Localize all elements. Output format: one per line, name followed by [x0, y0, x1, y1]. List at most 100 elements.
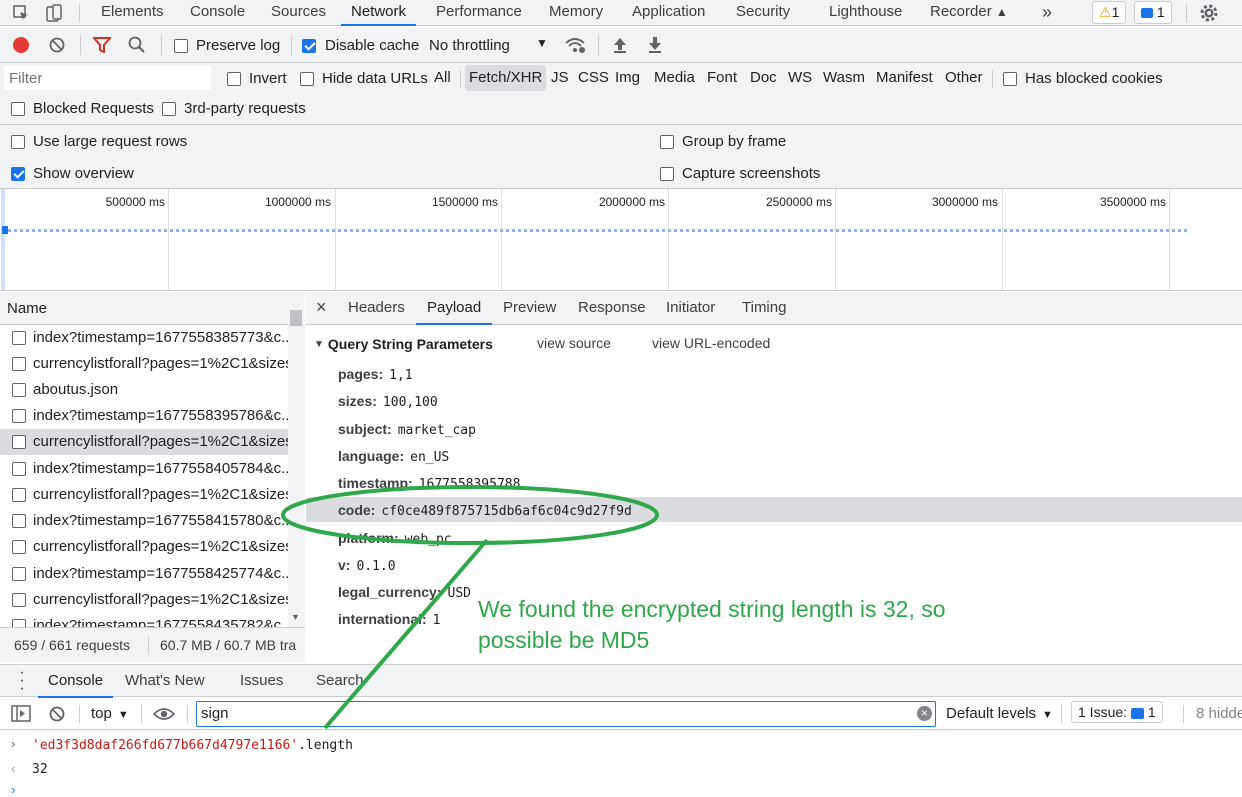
request-row[interactable]: currencylistforall?pages=1%2C1&sizes	[0, 351, 288, 377]
request-row[interactable]: aboutus.json	[0, 377, 288, 403]
third-party-requests-checkbox[interactable]: 3rd-party requests	[162, 100, 306, 117]
type-filter-css[interactable]: CSS	[574, 65, 613, 91]
warnings-badge[interactable]: ⚠1	[1092, 1, 1127, 24]
request-name: currencylistforall?pages=1%2C1&sizes	[33, 538, 288, 555]
tab-application[interactable]: Application	[632, 0, 705, 26]
request-list-scrollbar[interactable]: ▼	[288, 292, 305, 627]
tab-response[interactable]: Response	[578, 292, 646, 325]
request-row[interactable]: index?timestamp=1677558435782&c...	[0, 613, 288, 627]
has-blocked-cookies-checkbox[interactable]: Has blocked cookies	[1003, 70, 1163, 87]
param-key: timestamp:	[338, 475, 413, 491]
scroll-down-icon[interactable]: ▼	[291, 612, 300, 622]
capture-screenshots-checkbox[interactable]: Capture screenshots	[660, 165, 820, 182]
prompt-chevron-icon[interactable]: ›	[11, 782, 15, 797]
drawer-tab-whats-new[interactable]: What's New	[125, 665, 205, 698]
tab-console[interactable]: Console	[190, 0, 245, 26]
output-chevron-icon: ‹	[11, 761, 16, 776]
tab-payload[interactable]: Payload	[416, 292, 493, 325]
request-row[interactable]: currencylistforall?pages=1%2C1&sizes	[0, 482, 288, 508]
network-conditions-icon[interactable]	[564, 35, 586, 55]
search-icon[interactable]	[128, 36, 146, 54]
import-har-icon[interactable]	[612, 36, 628, 54]
double-chevron-right-icon[interactable]: »	[1042, 0, 1052, 26]
drawer-tab-issues[interactable]: Issues	[240, 665, 283, 698]
group-by-frame-checkbox[interactable]: Group by frame	[660, 133, 786, 150]
query-string-section-header[interactable]: ▼ Query String Parameters	[314, 336, 493, 352]
request-row[interactable]: index?timestamp=1677558385773&c...	[0, 325, 288, 351]
request-row[interactable]: currencylistforall?pages=1%2C1&sizes	[0, 587, 288, 613]
large-request-rows-checkbox[interactable]: Use large request rows	[11, 133, 187, 150]
console-filter-value: sign	[201, 705, 229, 722]
view-url-encoded-link[interactable]: view URL-encoded	[652, 335, 770, 351]
console-filter-input[interactable]: sign ×	[196, 701, 936, 727]
tab-memory[interactable]: Memory	[549, 0, 603, 26]
disable-cache-checkbox[interactable]: Disable cache	[302, 37, 419, 54]
request-row[interactable]: index?timestamp=1677558425774&c...	[0, 561, 288, 587]
inspect-element-icon[interactable]	[12, 4, 30, 22]
request-list: Name ▲ index?timestamp=1677558385773&c..…	[0, 292, 305, 662]
clear-icon[interactable]	[49, 37, 65, 53]
export-har-icon[interactable]	[647, 36, 663, 54]
context-selector[interactable]: top ▼	[91, 705, 129, 722]
request-row[interactable]: index?timestamp=1677558395786&c...	[0, 403, 288, 429]
request-list-header[interactable]: Name ▲	[0, 292, 305, 325]
throttling-select[interactable]: No throttling ▼	[429, 36, 548, 54]
hidden-messages-count: 8 hidde	[1196, 705, 1242, 722]
blocked-requests-label: Blocked Requests	[33, 100, 154, 117]
tab-preview[interactable]: Preview	[503, 292, 556, 325]
filter-icon[interactable]	[93, 37, 111, 53]
show-overview-checkbox[interactable]: Show overview	[11, 165, 134, 182]
details-tab-bar: × Headers Payload Preview Response Initi…	[306, 292, 1242, 325]
close-icon[interactable]: ×	[316, 297, 327, 318]
record-icon[interactable]	[13, 37, 29, 53]
type-filter-font[interactable]: Font	[703, 65, 741, 91]
tab-network[interactable]: Network	[341, 0, 417, 26]
device-toolbar-icon[interactable]	[44, 3, 64, 23]
drawer-tab-console[interactable]: Console	[38, 665, 114, 698]
invert-checkbox[interactable]: Invert	[227, 70, 287, 87]
type-filter-ws[interactable]: WS	[784, 65, 816, 91]
tab-recorder[interactable]: Recorder ▲	[930, 0, 1008, 26]
type-filter-fetch-xhr[interactable]: Fetch/XHR	[465, 65, 547, 91]
filter-input[interactable]	[4, 66, 211, 90]
drawer-tab-search[interactable]: Search	[316, 665, 364, 698]
console-sidebar-icon[interactable]	[11, 705, 31, 723]
request-row[interactable]: currencylistforall?pages=1%2C1&sizes	[0, 534, 288, 560]
view-source-link[interactable]: view source	[537, 335, 611, 351]
kebab-menu-icon[interactable]: · · ·	[19, 665, 25, 697]
type-filter-doc[interactable]: Doc	[746, 65, 781, 91]
tab-performance[interactable]: Performance	[436, 0, 522, 26]
clear-console-icon[interactable]	[49, 706, 65, 722]
issues-count-button[interactable]: 1 Issue: 1	[1071, 701, 1163, 723]
blocked-requests-checkbox[interactable]: Blocked Requests	[11, 100, 154, 117]
issues-badge[interactable]: 1	[1134, 1, 1172, 24]
gear-icon[interactable]	[1199, 3, 1219, 23]
checkbox-box	[660, 166, 674, 181]
request-row[interactable]: index?timestamp=1677558415780&c...	[0, 508, 288, 534]
tab-elements[interactable]: Elements	[101, 0, 164, 26]
network-toolbar: Preserve log Disable cache No throttling…	[0, 27, 1242, 63]
type-filter-manifest[interactable]: Manifest	[872, 65, 937, 91]
hide-data-urls-checkbox[interactable]: Hide data URLs	[300, 70, 428, 87]
tab-initiator[interactable]: Initiator	[666, 292, 715, 325]
request-row-selected[interactable]: currencylistforall?pages=1%2C1&sizes	[0, 429, 288, 456]
type-filter-media[interactable]: Media	[650, 65, 699, 91]
tab-lighthouse[interactable]: Lighthouse	[829, 0, 902, 26]
tab-sources[interactable]: Sources	[271, 0, 326, 26]
type-filter-wasm[interactable]: Wasm	[819, 65, 869, 91]
scrollbar-thumb[interactable]	[290, 310, 302, 326]
tab-security[interactable]: Security	[736, 0, 790, 26]
type-filter-js[interactable]: JS	[547, 65, 573, 91]
network-overview-timeline[interactable]: 500000 ms 1000000 ms 1500000 ms 2000000 …	[0, 189, 1242, 291]
preserve-log-checkbox[interactable]: Preserve log	[174, 37, 280, 54]
tab-timing[interactable]: Timing	[742, 292, 786, 325]
request-row[interactable]: index?timestamp=1677558405784&c...	[0, 456, 288, 482]
type-filter-other[interactable]: Other	[941, 65, 987, 91]
type-filter-img[interactable]: Img	[611, 65, 644, 91]
clear-input-icon[interactable]: ×	[917, 706, 932, 721]
type-filter-all[interactable]: All	[430, 65, 455, 91]
tab-headers[interactable]: Headers	[348, 292, 405, 325]
eye-icon[interactable]	[153, 707, 175, 721]
overview-window-handle-left[interactable]	[1, 189, 5, 290]
log-levels-select[interactable]: Default levels ▼	[946, 705, 1053, 722]
